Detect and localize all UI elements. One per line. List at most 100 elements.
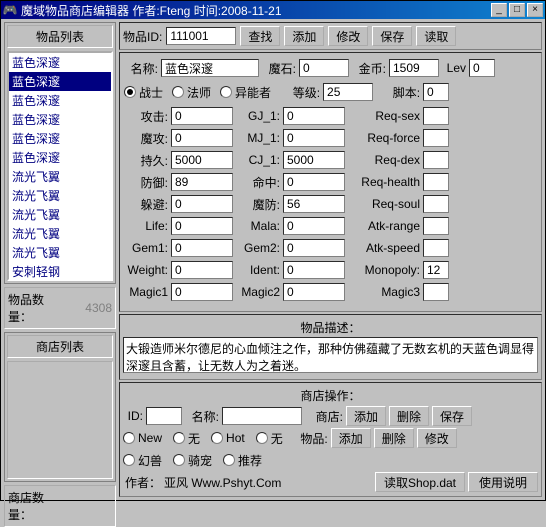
shop-del-button[interactable]: 删除 xyxy=(389,406,429,426)
list-item[interactable]: 蓝色深邃 xyxy=(9,110,111,129)
mdef-label: 魔防: xyxy=(236,196,280,213)
radio-none1[interactable] xyxy=(173,432,185,444)
item-listbox[interactable]: 蓝色深邃蓝色深邃蓝色深邃蓝色深邃蓝色深邃蓝色深邃流光飞翼流光飞翼流光飞翼流光飞翼… xyxy=(7,51,113,281)
save-button[interactable]: 保存 xyxy=(372,26,412,46)
atkrange-input[interactable] xyxy=(423,217,449,235)
gj1-label: GJ_1: xyxy=(236,109,280,123)
desc-panel: 物品描述： xyxy=(119,314,542,380)
shop-count-row: 商店数量： xyxy=(4,485,116,527)
level-input[interactable] xyxy=(323,83,373,101)
list-item[interactable]: 流光飞翼 xyxy=(9,224,111,243)
ident-input[interactable] xyxy=(283,261,345,279)
item-id-label: 物品ID: xyxy=(123,28,162,45)
hit-label: 命中: xyxy=(236,174,280,191)
radio-hot[interactable] xyxy=(211,432,223,444)
maximize-button[interactable]: □ xyxy=(509,3,525,17)
ms-label: 魔石: xyxy=(262,60,296,77)
gem1-input[interactable] xyxy=(171,239,233,257)
magic2-input[interactable] xyxy=(283,283,345,301)
name-input[interactable] xyxy=(161,59,259,77)
radio-none2[interactable] xyxy=(256,432,268,444)
author-label: 作者： xyxy=(123,474,161,491)
cj1-input[interactable] xyxy=(283,151,345,169)
gj1-input[interactable] xyxy=(283,107,345,125)
atkrange-label: Atk-range xyxy=(348,219,420,233)
def-input[interactable] xyxy=(171,173,233,191)
read-shop-button[interactable]: 读取Shop.dat xyxy=(375,472,465,492)
find-button[interactable]: 查找 xyxy=(240,26,280,46)
weight-input[interactable] xyxy=(171,261,233,279)
radio-new[interactable] xyxy=(123,432,135,444)
list-item[interactable]: 蓝色深邃 xyxy=(9,53,111,72)
mala-label: Mala: xyxy=(236,219,280,233)
mj1-input[interactable] xyxy=(283,129,345,147)
shop-list-panel: 商店列表 xyxy=(4,332,116,482)
matk-input[interactable] xyxy=(171,129,233,147)
close-button[interactable]: × xyxy=(527,3,543,17)
desc-title: 物品描述： xyxy=(123,318,538,337)
class-psy-label: 异能者 xyxy=(235,84,271,101)
form-area: 名称: 魔石: 金币: Lev 战士 法师 异能者 等级: xyxy=(119,52,542,312)
radio-recommend[interactable] xyxy=(223,454,235,466)
list-item[interactable]: 流光飞翼 xyxy=(9,186,111,205)
item-del-button[interactable]: 删除 xyxy=(374,428,414,448)
gold-label: 金币: xyxy=(352,60,386,77)
dur-input[interactable] xyxy=(171,151,233,169)
radio-fantasy[interactable] xyxy=(123,454,135,466)
shop-name-label: 名称: xyxy=(185,408,219,425)
list-item[interactable]: 蓝色深邃 xyxy=(9,148,111,167)
shop-add-button[interactable]: 添加 xyxy=(346,406,386,426)
life-input[interactable] xyxy=(171,217,233,235)
lev-input[interactable] xyxy=(469,59,495,77)
help-button[interactable]: 使用说明 xyxy=(468,472,538,492)
reqdex-input[interactable] xyxy=(423,151,449,169)
list-item[interactable]: 流光飞翼 xyxy=(9,205,111,224)
ms-input[interactable] xyxy=(299,59,349,77)
shop-name-input[interactable] xyxy=(222,407,302,425)
titlebar: 🎮 魔域物品商店编辑器 作者:Fteng 时间:2008-11-21 _ □ × xyxy=(1,1,545,19)
hit-input[interactable] xyxy=(283,173,345,191)
list-item[interactable]: 蓝色深邃 xyxy=(9,129,111,148)
desc-textarea[interactable] xyxy=(123,337,538,373)
reqsex-input[interactable] xyxy=(423,107,449,125)
shop-save-button[interactable]: 保存 xyxy=(432,406,472,426)
gold-input[interactable] xyxy=(389,59,439,77)
atkspeed-input[interactable] xyxy=(423,239,449,257)
item-add-button[interactable]: 添加 xyxy=(331,428,371,448)
dur-label: 持久: xyxy=(124,152,168,169)
list-item[interactable]: 流光飞翼 xyxy=(9,243,111,262)
modify-button[interactable]: 修改 xyxy=(328,26,368,46)
item-id-input[interactable] xyxy=(166,27,236,45)
monopoly-input[interactable] xyxy=(423,261,449,279)
class-warrior-radio[interactable] xyxy=(124,86,136,98)
atkspeed-label: Atk-speed xyxy=(348,241,420,255)
minimize-button[interactable]: _ xyxy=(491,3,507,17)
reqsoul-input[interactable] xyxy=(423,195,449,213)
list-item[interactable]: 安刺轻钢 xyxy=(9,262,111,281)
list-item[interactable]: 蓝色深邃 xyxy=(9,91,111,110)
radio-mount[interactable] xyxy=(173,454,185,466)
magic1-label: Magic1 xyxy=(124,285,168,299)
script-input[interactable] xyxy=(423,83,449,101)
reqhealth-input[interactable] xyxy=(423,173,449,191)
mdef-input[interactable] xyxy=(283,195,345,213)
class-mage-radio[interactable] xyxy=(172,86,184,98)
magic3-input[interactable] xyxy=(423,283,449,301)
dodge-input[interactable] xyxy=(171,195,233,213)
gem2-input[interactable] xyxy=(283,239,345,257)
mala-input[interactable] xyxy=(283,217,345,235)
shop-id-input[interactable] xyxy=(146,407,182,425)
item-count-value: 4308 xyxy=(66,301,112,315)
magic1-input[interactable] xyxy=(171,283,233,301)
def-label: 防御: xyxy=(124,174,168,191)
item-modify-button[interactable]: 修改 xyxy=(417,428,457,448)
shop-listbox[interactable] xyxy=(7,361,113,479)
atk-input[interactable] xyxy=(171,107,233,125)
shop-list-header: 商店列表 xyxy=(7,335,113,358)
list-item[interactable]: 流光飞翼 xyxy=(9,167,111,186)
list-item[interactable]: 蓝色深邃 xyxy=(9,72,111,91)
load-button[interactable]: 读取 xyxy=(416,26,456,46)
reqforce-input[interactable] xyxy=(423,129,449,147)
class-psy-radio[interactable] xyxy=(220,86,232,98)
add-button[interactable]: 添加 xyxy=(284,26,324,46)
